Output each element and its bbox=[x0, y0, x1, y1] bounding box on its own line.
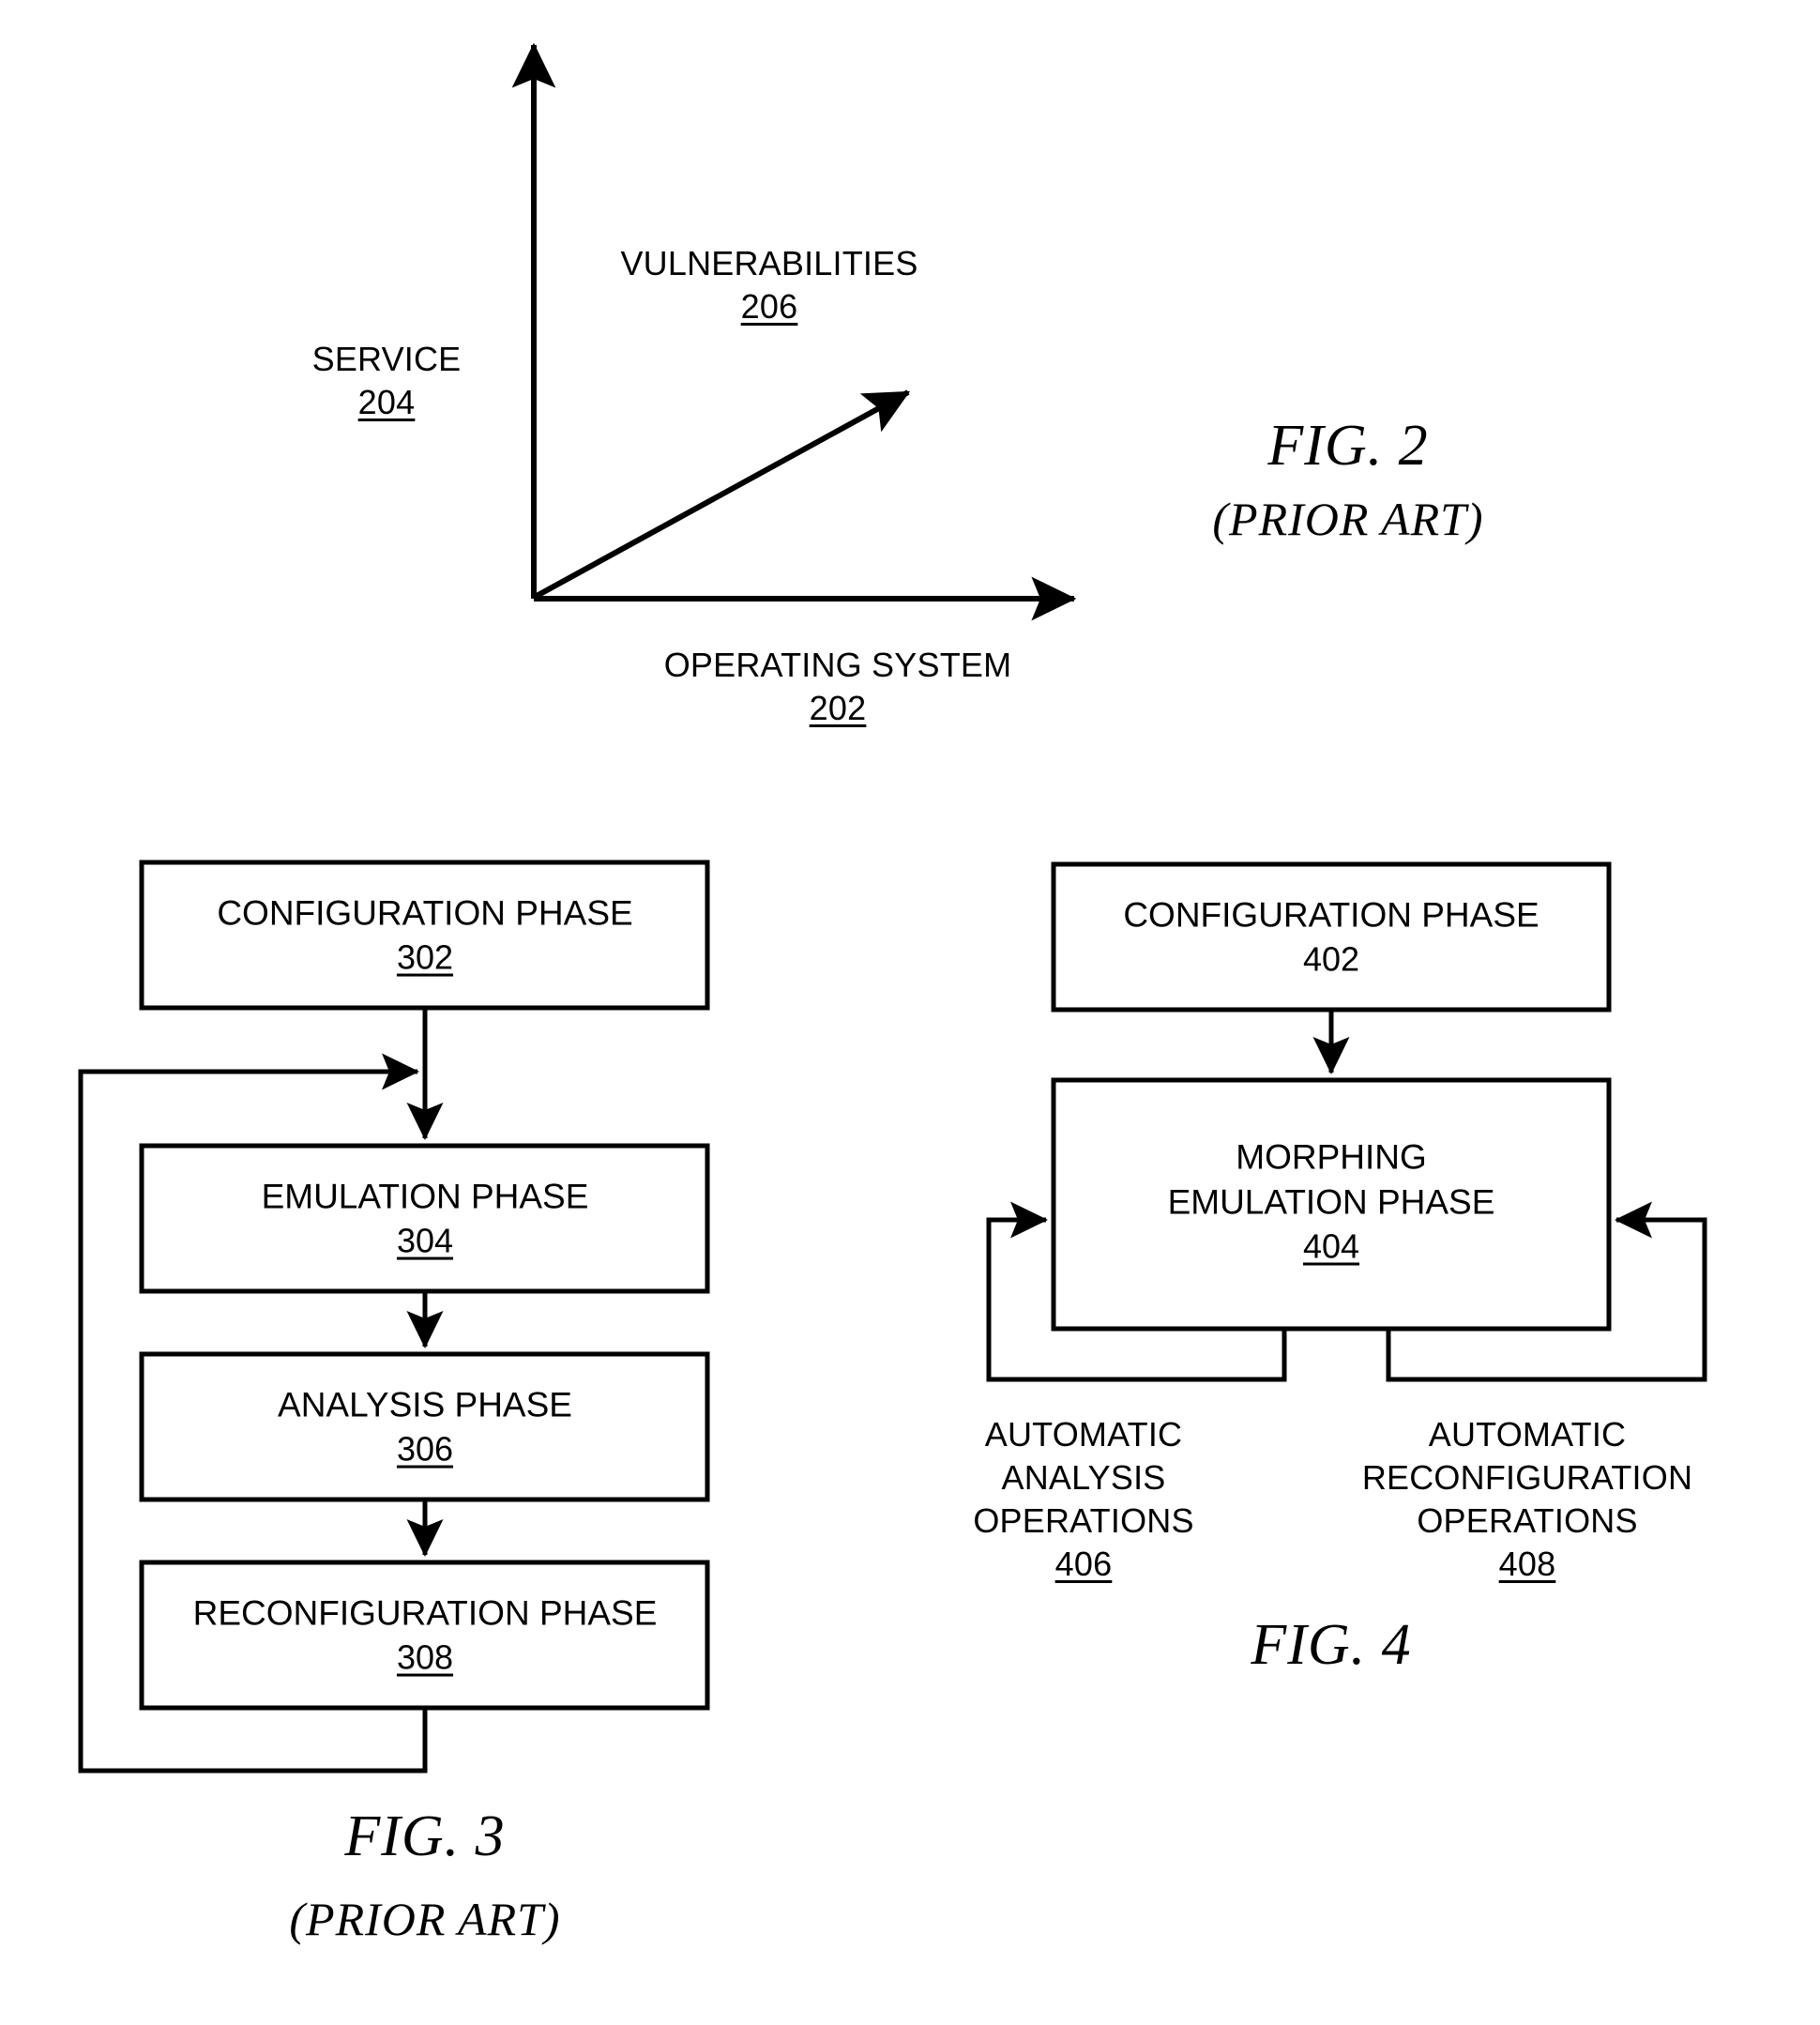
fig4-box-404-label-line1: MORPHING bbox=[1236, 1137, 1427, 1177]
fig4-right-loop-line3: OPERATIONS bbox=[1417, 1501, 1638, 1541]
fig3-box-302-ref: 302 bbox=[396, 937, 454, 977]
fig4-right-loop-ref: 408 bbox=[1498, 1545, 1556, 1584]
fig2-vector-ref: 206 bbox=[740, 287, 798, 327]
fig3-caption: FIG. 3 bbox=[344, 1804, 506, 1868]
fig2-subcaption: (PRIOR ART) bbox=[1212, 493, 1484, 545]
fig4-left-loop-line3: OPERATIONS bbox=[973, 1501, 1194, 1541]
fig2-caption: FIG. 2 bbox=[1267, 414, 1429, 478]
fig4-box-402-label: CONFIGURATION PHASE bbox=[1123, 895, 1539, 935]
fig2-x-axis-label: OPERATING SYSTEM bbox=[663, 646, 1012, 684]
fig3-box-304-label: EMULATION PHASE bbox=[261, 1177, 589, 1216]
fig2-y-axis-ref: 204 bbox=[357, 383, 416, 422]
fig4-right-loop-line1: AUTOMATIC bbox=[1428, 1415, 1627, 1454]
fig3-box-308-ref: 308 bbox=[396, 1637, 454, 1677]
fig2-x-axis-label-group: OPERATING SYSTEM 202 bbox=[664, 644, 1012, 730]
fig3-box-306-label-group: ANALYSIS PHASE 306 bbox=[278, 1383, 572, 1472]
fig3-box-306-label: ANALYSIS PHASE bbox=[278, 1385, 572, 1424]
fig3-subcaption: (PRIOR ART) bbox=[289, 1893, 561, 1945]
fig4-left-loop-ref: 406 bbox=[1054, 1545, 1113, 1584]
figure-sheet: SERVICE 204 VULNERABILITIES 206 OPERATIN… bbox=[0, 0, 1820, 2025]
fig4-caption: FIG. 4 bbox=[1251, 1613, 1412, 1677]
fig4-box-404-ref: 404 bbox=[1302, 1226, 1360, 1266]
fig4-right-loop-label-group: AUTOMATIC RECONFIGURATION OPERATIONS 408 bbox=[1362, 1413, 1692, 1586]
fig3-box-302-label: CONFIGURATION PHASE bbox=[217, 893, 633, 933]
fig4-left-loop-line2: ANALYSIS bbox=[1001, 1458, 1166, 1498]
fig2-vector-label: VULNERABILITIES bbox=[620, 244, 918, 282]
fig3-box-302-label-group: CONFIGURATION PHASE 302 bbox=[217, 891, 632, 981]
fig3-box-308-label-group: RECONFIGURATION PHASE 308 bbox=[193, 1591, 658, 1681]
fig4-right-loop-line2: RECONFIGURATION bbox=[1361, 1458, 1693, 1498]
fig2-y-axis-label: SERVICE bbox=[311, 340, 462, 378]
fig3-box-304-ref: 304 bbox=[396, 1221, 454, 1260]
fig4-left-loop-line1: AUTOMATIC bbox=[984, 1415, 1183, 1454]
fig4-box-404-label-line2: EMULATION PHASE bbox=[1167, 1182, 1495, 1222]
fig3-boxes bbox=[139, 860, 710, 1711]
fig4-box-402-label-group: CONFIGURATION PHASE 402 bbox=[1123, 893, 1539, 982]
fig3-box-304-label-group: EMULATION PHASE 304 bbox=[262, 1175, 589, 1264]
fig3-box-308-label: RECONFIGURATION PHASE bbox=[192, 1593, 658, 1633]
fig3-box-306-ref: 306 bbox=[396, 1429, 454, 1469]
fig2-y-axis-label-group: SERVICE 204 bbox=[312, 338, 462, 424]
fig4-box-404-label-group: MORPHING EMULATION PHASE 404 bbox=[1168, 1135, 1495, 1270]
fig2-vulnerability-vector bbox=[535, 389, 911, 599]
fig4-box-402-ref: 402 bbox=[1302, 939, 1360, 979]
fig2-vector-label-group: VULNERABILITIES 206 bbox=[620, 242, 918, 328]
fig2-x-axis-ref: 202 bbox=[809, 689, 867, 728]
fig4-left-loop-label-group: AUTOMATIC ANALYSIS OPERATIONS 406 bbox=[973, 1413, 1193, 1586]
